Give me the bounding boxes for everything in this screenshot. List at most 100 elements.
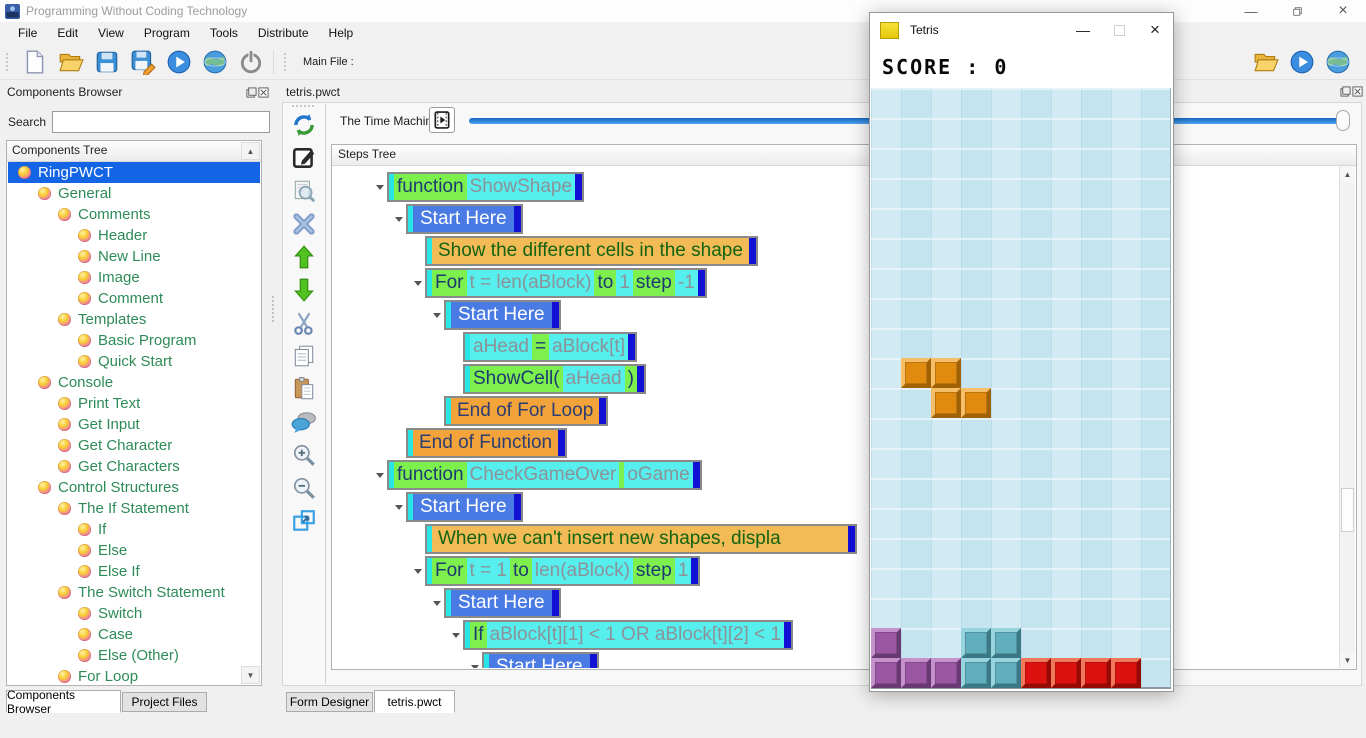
tab-components-browser[interactable]: Components Browser [6, 690, 121, 713]
step-node[interactable]: Start Here [406, 204, 523, 234]
new-file-icon[interactable] [22, 49, 48, 75]
menu-program[interactable]: Program [134, 22, 200, 44]
zoom-out-icon[interactable] [291, 475, 317, 501]
tree-item-else[interactable]: Else [8, 540, 260, 561]
tetris-maximize-button[interactable] [1101, 13, 1137, 47]
zoom-in-icon[interactable] [291, 442, 317, 468]
step-node[interactable]: function ShowShape [387, 172, 584, 202]
tetris-close-button[interactable]: × [1137, 13, 1173, 47]
step-node[interactable]: Start Here [444, 300, 561, 330]
step-row[interactable]: function CheckGameOveroGame [333, 459, 1339, 491]
menu-distribute[interactable]: Distribute [248, 22, 319, 44]
tree-item-comment[interactable]: Comment [8, 288, 260, 309]
web-deploy-icon[interactable] [1325, 49, 1351, 75]
step-node[interactable]: When we can't insert new shapes, displa [425, 524, 857, 554]
restore-button[interactable] [1274, 0, 1320, 22]
step-node[interactable]: End of Function [406, 428, 567, 458]
tree-item-the-switch-statement[interactable]: The Switch Statement [8, 582, 260, 603]
web-deploy-icon[interactable] [202, 49, 228, 75]
menu-help[interactable]: Help [319, 22, 364, 44]
delete-icon[interactable] [291, 211, 317, 237]
steps-scrollbar-thumb[interactable] [1341, 488, 1354, 532]
find-icon[interactable] [291, 178, 317, 204]
step-row[interactable]: ShowCell(aHead) [333, 363, 1339, 395]
tree-item-header[interactable]: Header [8, 225, 260, 246]
tree-item-quick-start[interactable]: Quick Start [8, 351, 260, 372]
open-window-icon[interactable] [291, 508, 317, 534]
move-up-icon[interactable] [291, 244, 317, 270]
edit-icon[interactable] [291, 145, 317, 171]
step-row[interactable]: End of Function [333, 427, 1339, 459]
menu-edit[interactable]: Edit [47, 22, 88, 44]
tree-item-print-text[interactable]: Print Text [8, 393, 260, 414]
close-button[interactable]: × [1320, 0, 1366, 22]
panel-splitter[interactable] [272, 296, 276, 322]
toolbar-grip-2[interactable] [284, 53, 290, 71]
step-node[interactable]: Start Here [482, 652, 599, 668]
tab-form-designer[interactable]: Form Designer [286, 692, 373, 712]
paste-icon[interactable] [291, 376, 317, 402]
step-row[interactable]: End of For Loop [333, 395, 1339, 427]
close-panel-icon[interactable] [258, 87, 269, 98]
step-row[interactable]: Start Here [333, 203, 1339, 235]
step-row[interactable]: function ShowShape [333, 171, 1339, 203]
menu-file[interactable]: File [8, 22, 47, 44]
refresh-icon[interactable] [291, 112, 317, 138]
tree-item-for-loop[interactable]: For Loop [8, 666, 260, 684]
expand-arrow-icon[interactable] [411, 569, 425, 574]
tree-item-case[interactable]: Case [8, 624, 260, 645]
open-folder-icon[interactable] [58, 49, 84, 75]
step-row[interactable]: Start Here [333, 491, 1339, 523]
tree-item-get-character[interactable]: Get Character [8, 435, 260, 456]
tree-item-ringpwct[interactable]: RingPWCT [8, 162, 260, 183]
step-node[interactable]: Start Here [444, 588, 561, 618]
run-icon[interactable] [166, 49, 192, 75]
expand-arrow-icon[interactable] [430, 601, 444, 606]
expand-arrow-icon[interactable] [411, 281, 425, 286]
tree-item-comments[interactable]: Comments [8, 204, 260, 225]
expand-arrow-icon[interactable] [430, 313, 444, 318]
tree-item-control-structures[interactable]: Control Structures [8, 477, 260, 498]
power-icon[interactable] [238, 49, 264, 75]
open-folder-icon[interactable] [1253, 49, 1279, 75]
tree-item-get-input[interactable]: Get Input [8, 414, 260, 435]
tree-scroll-down-button[interactable]: ▼ [241, 666, 260, 684]
tree-item-the-if-statement[interactable]: The If Statement [8, 498, 260, 519]
float-editor-icon[interactable] [1340, 86, 1351, 97]
tetris-minimize-button[interactable]: — [1065, 13, 1101, 47]
step-node[interactable]: Show the different cells in the shape [425, 236, 758, 266]
step-row[interactable]: Show the different cells in the shape [333, 235, 1339, 267]
tetris-titlebar[interactable]: Tetris — × [870, 13, 1173, 47]
steps-scrollbar[interactable]: ▲ ▼ [1339, 166, 1355, 668]
step-row[interactable]: If aBlock[t][1] < 1 OR aBlock[t][2] < 1 [333, 619, 1339, 651]
step-node[interactable]: End of For Loop [444, 396, 608, 426]
expand-arrow-icon[interactable] [392, 505, 406, 510]
step-row[interactable]: For t = 1 to len(aBlock) step 1 [333, 555, 1339, 587]
tree-item-console[interactable]: Console [8, 372, 260, 393]
menu-tools[interactable]: Tools [200, 22, 248, 44]
expand-arrow-icon[interactable] [392, 217, 406, 222]
step-node[interactable]: For t = len(aBlock) to 1 step -1 [425, 268, 707, 298]
tree-item-image[interactable]: Image [8, 267, 260, 288]
minimize-button[interactable]: — [1228, 0, 1274, 22]
save-as-icon[interactable] [130, 49, 156, 75]
time-machine-play-icon[interactable] [429, 107, 455, 133]
steps-scroll-up-button[interactable]: ▲ [1340, 166, 1355, 182]
expand-arrow-icon[interactable] [373, 185, 387, 190]
step-node[interactable]: function CheckGameOveroGame [387, 460, 702, 490]
move-down-icon[interactable] [291, 277, 317, 303]
tree-item-new-line[interactable]: New Line [8, 246, 260, 267]
tree-item-basic-program[interactable]: Basic Program [8, 330, 260, 351]
step-node[interactable]: aHead = aBlock[t] [463, 332, 637, 362]
side-toolbar-grip[interactable] [292, 105, 314, 110]
close-editor-icon[interactable] [1352, 86, 1363, 97]
tree-item-if[interactable]: If [8, 519, 260, 540]
step-node[interactable]: ShowCell(aHead) [463, 364, 646, 394]
toolbar-grip[interactable] [6, 53, 12, 71]
tab-project-files[interactable]: Project Files [122, 692, 207, 712]
step-row[interactable]: Start Here [333, 651, 1339, 668]
time-machine-slider-handle[interactable] [1336, 110, 1350, 131]
step-row[interactable]: For t = len(aBlock) to 1 step -1 [333, 267, 1339, 299]
step-node[interactable]: Start Here [406, 492, 523, 522]
save-icon[interactable] [94, 49, 120, 75]
